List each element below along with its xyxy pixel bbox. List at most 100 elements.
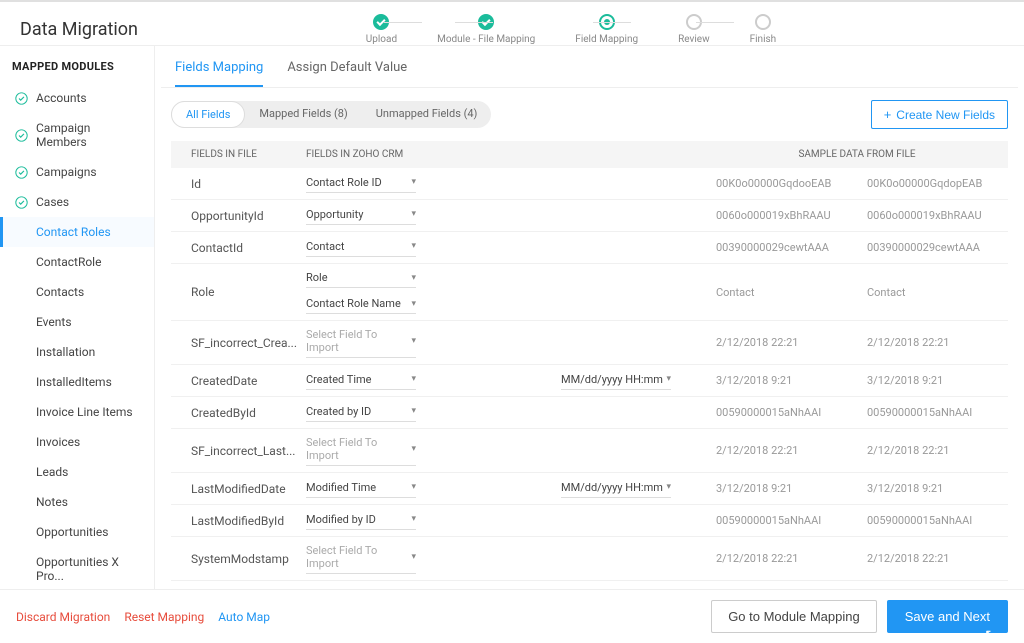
dropdown-stack: Select Field To Import▾: [306, 537, 561, 580]
plus-icon: +: [884, 107, 892, 122]
field-mapping-dropdown[interactable]: Contact Role Name▾: [306, 294, 416, 314]
field-mapping-dropdown[interactable]: Contact Role ID▾: [306, 173, 416, 193]
dropdown-stack: Modified Time▾: [306, 474, 561, 504]
chevron-down-icon: ▾: [411, 406, 416, 416]
sidebar-item-label: Leads: [36, 465, 68, 479]
table-row: IsDeleted Select Field To Import▾ 0 0: [171, 581, 1008, 589]
sidebar-item-invoices[interactable]: Invoices: [0, 427, 154, 457]
table-row: SF_incorrect_Crea... Select Field To Imp…: [171, 321, 1008, 365]
field-mapping-dropdown[interactable]: Modified by ID▾: [306, 510, 416, 530]
create-new-fields-button[interactable]: + Create New Fields: [871, 100, 1008, 129]
step-finish: Finish: [750, 14, 777, 45]
sidebar-item-label: Opportunities X Pro...: [36, 555, 142, 583]
stepper: UploadModule - File MappingField Mapping…: [366, 14, 776, 45]
field-mapping-dropdown[interactable]: Select Field To Import▾: [306, 541, 416, 574]
sidebar-title: MAPPED MODULES: [0, 46, 154, 83]
date-format-dropdown[interactable]: MM/dd/yyyy HH:mm▾: [561, 478, 671, 498]
go-to-module-mapping-button[interactable]: Go to Module Mapping: [711, 600, 877, 633]
table-row: CreatedDate Created Time▾ MM/dd/yyyy HH:…: [171, 365, 1008, 397]
discard-migration-link[interactable]: Discard Migration: [16, 610, 110, 624]
reset-mapping-link[interactable]: Reset Mapping: [124, 610, 204, 624]
pill-unmapped-fields-[interactable]: Unmapped Fields (4): [362, 101, 492, 128]
auto-map-link[interactable]: Auto Map: [218, 610, 270, 624]
sidebar-item-contacts[interactable]: Contacts: [0, 277, 154, 307]
save-and-next-button[interactable]: Save and Next ↖: [887, 600, 1008, 633]
sample-value: 3/12/2018 9:21: [857, 482, 1008, 495]
pill-mapped-fields-[interactable]: Mapped Fields (8): [245, 101, 361, 128]
sidebar-item-cases[interactable]: Cases: [0, 187, 154, 217]
sample-value: 00K0o00000GqdopEAB: [857, 177, 1008, 190]
sample-value: 2/12/2018 22:21: [857, 444, 1008, 457]
format-cell: MM/dd/yyyy HH:mm▾: [561, 478, 706, 500]
field-mapping-dropdown[interactable]: Role▾: [306, 268, 416, 288]
footer-right: Go to Module Mapping Save and Next ↖: [711, 600, 1008, 633]
spacer: [15, 346, 28, 359]
field-mapping-dropdown[interactable]: Select Field To Import▾: [306, 433, 416, 466]
col-header-sample: SAMPLE DATA FROM FILE: [706, 149, 1008, 160]
spacer: [15, 526, 28, 539]
sidebar-item-accounts[interactable]: Accounts: [0, 83, 154, 113]
save-next-label: Save and Next: [905, 609, 990, 624]
step-module-file-mapping: Module - File Mapping: [437, 14, 535, 45]
sidebar-scroll[interactable]: AccountsCampaign MembersCampaignsCasesCo…: [0, 83, 154, 589]
sample-value: 00590000015aNhAAI: [857, 514, 1008, 527]
sidebar-item-invoice-line-items[interactable]: Invoice Line Items: [0, 397, 154, 427]
dropdown-stack: Role▾ Contact Role Name▾: [306, 264, 561, 320]
field-mapping-dropdown[interactable]: Contact▾: [306, 237, 416, 257]
sample-data: 3/12/2018 9:21 3/12/2018 9:21: [706, 374, 1008, 387]
chevron-down-icon: ▾: [411, 299, 416, 309]
field-mapping-dropdown[interactable]: Created by ID▾: [306, 402, 416, 422]
field-mapping-dropdown[interactable]: Modified Time▾: [306, 478, 416, 498]
chevron-down-icon: ▾: [411, 273, 416, 283]
sidebar-item-opportunities[interactable]: Opportunities: [0, 517, 154, 547]
field-name: SF_incorrect_Last...: [171, 444, 296, 458]
sidebar-item-contact-roles[interactable]: Contact Roles: [0, 217, 154, 247]
sidebar-item-leads[interactable]: Leads: [0, 457, 154, 487]
date-format-dropdown[interactable]: MM/dd/yyyy HH:mm▾: [561, 370, 671, 390]
step-label: Review: [678, 34, 710, 45]
sample-data: 2/12/2018 22:21 2/12/2018 22:21: [706, 444, 1008, 457]
col-header-format: [561, 149, 706, 160]
spacer: [15, 286, 28, 299]
sample-value: 00390000029cewtAAA: [706, 241, 857, 254]
sample-data: Contact Contact: [706, 286, 1008, 299]
spacer: [15, 256, 28, 269]
sidebar-item-events[interactable]: Events: [0, 307, 154, 337]
sidebar-item-installeditems[interactable]: InstalledItems: [0, 367, 154, 397]
sidebar-item-campaign-members[interactable]: Campaign Members: [0, 113, 154, 157]
table: FIELDS IN FILE FIELDS IN ZOHO CRM SAMPLE…: [161, 141, 1018, 589]
field-mapping-dropdown[interactable]: Opportunity▾: [306, 205, 416, 225]
dropdown-stack: Opportunity▾: [306, 201, 561, 231]
chevron-down-icon: ▾: [666, 374, 671, 384]
field-name: Role: [171, 285, 296, 299]
sidebar-item-opportunities-x-pro-[interactable]: Opportunities X Pro...: [0, 547, 154, 589]
sidebar-item-installation[interactable]: Installation: [0, 337, 154, 367]
step-circle: [755, 14, 771, 30]
spacer: [15, 406, 28, 419]
chevron-down-icon: ▾: [411, 552, 416, 562]
step-line: [384, 22, 422, 23]
field-name: LastModifiedDate: [171, 482, 296, 496]
chevron-down-icon: ▾: [411, 444, 416, 454]
chevron-down-icon: ▾: [411, 336, 416, 346]
sidebar-item-contactrole[interactable]: ContactRole: [0, 247, 154, 277]
sidebar-item-notes[interactable]: Notes: [0, 487, 154, 517]
check-icon: [15, 196, 28, 209]
sidebar-item-campaigns[interactable]: Campaigns: [0, 157, 154, 187]
field-mapping-dropdown[interactable]: Created Time▾: [306, 370, 416, 390]
sample-value: 3/12/2018 9:21: [857, 374, 1008, 387]
pill-group: All FieldsMapped Fields (8)Unmapped Fiel…: [171, 101, 491, 128]
step-review: Review: [678, 14, 710, 45]
dropdown-stack: Select Field To Import▾: [306, 429, 561, 472]
table-body: Id Contact Role ID▾ 00K0o00000GqdooEAB 0…: [171, 168, 1008, 589]
tab-fields-mapping[interactable]: Fields Mapping: [175, 60, 263, 87]
pill-all-fields[interactable]: All Fields: [171, 101, 245, 128]
spacer: [15, 563, 28, 576]
tab-assign-default-value[interactable]: Assign Default Value: [287, 60, 407, 87]
dropdown-stack: Created Time▾: [306, 366, 561, 396]
field-mapping-dropdown[interactable]: Select Field To Import▾: [306, 325, 416, 358]
sample-value: 0060o000019xBhRAAU: [857, 209, 1008, 222]
sample-value: 2/12/2018 22:21: [857, 552, 1008, 565]
sample-data: 00590000015aNhAAI 00590000015aNhAAI: [706, 406, 1008, 419]
chevron-down-icon: ▾: [666, 482, 671, 492]
